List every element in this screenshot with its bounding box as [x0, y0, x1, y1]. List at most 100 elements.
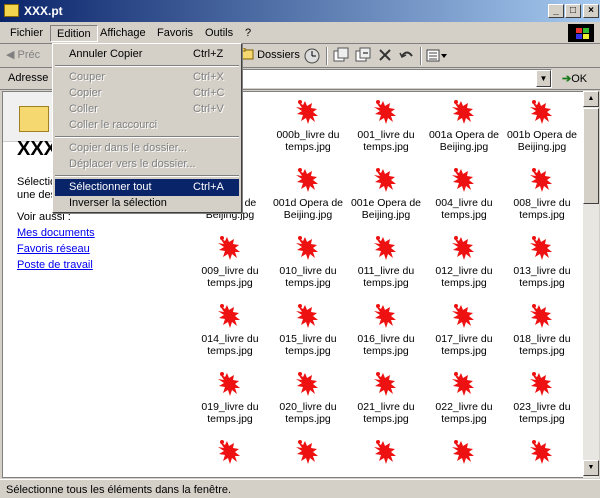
- file-item[interactable]: 010_livre du temps.jpg: [269, 230, 347, 298]
- red-lizard-icon: [292, 164, 324, 196]
- file-label-line2: temps.jpg: [285, 141, 331, 153]
- file-item[interactable]: 004_livre du temps.jpg: [425, 162, 503, 230]
- file-item[interactable]: 011_livre du temps.jpg: [347, 230, 425, 298]
- menu-item-cut[interactable]: Couper Ctrl+X: [55, 69, 239, 86]
- link-favoris-reseau[interactable]: Favoris réseau: [17, 243, 90, 255]
- file-item[interactable]: 013_livre du temps.jpg: [503, 230, 581, 298]
- file-label: 001_livre du temps.jpg: [347, 129, 425, 153]
- file-label: 020_livre du temps.jpg: [269, 401, 347, 425]
- file-item[interactable]: 001a Opera de Beijing.jpg: [425, 94, 503, 162]
- go-arrow-icon: ➔: [562, 73, 572, 85]
- file-item[interactable]: 000b_livre du temps.jpg: [269, 94, 347, 162]
- file-item[interactable]: [191, 434, 269, 477]
- menu-item-copy-to-folder[interactable]: Copier dans le dossier...: [55, 140, 239, 157]
- windows-logo-icon: [568, 24, 594, 42]
- file-label: 023_livre du temps.jpg: [503, 401, 581, 425]
- file-label: 001d Opera de Beijing.jpg: [269, 197, 347, 221]
- menu-edition[interactable]: Edition: [50, 25, 98, 42]
- file-item[interactable]: 001d Opera de Beijing.jpg: [269, 162, 347, 230]
- file-label-line2: temps.jpg: [441, 345, 487, 357]
- link-poste-de-travail[interactable]: Poste de travail: [17, 259, 93, 271]
- toolbar-separator: [326, 47, 328, 65]
- file-label: 009_livre du temps.jpg: [191, 265, 269, 289]
- file-label: 017_livre du temps.jpg: [425, 333, 503, 357]
- menu-item-undo[interactable]: Annuler Copier Ctrl+Z: [55, 46, 239, 63]
- file-item[interactable]: 017_livre du temps.jpg: [425, 298, 503, 366]
- file-item[interactable]: 016_livre du temps.jpg: [347, 298, 425, 366]
- file-item[interactable]: 001_livre du temps.jpg: [347, 94, 425, 162]
- move-to-icon[interactable]: [332, 47, 350, 64]
- status-bar: Sélectionne tous les éléments dans la fe…: [0, 479, 600, 498]
- red-lizard-icon: [448, 232, 480, 264]
- file-label-line2: temps.jpg: [207, 277, 253, 289]
- file-label-line2: temps.jpg: [519, 345, 565, 357]
- file-label-line1: 012_livre du: [435, 265, 493, 277]
- red-lizard-icon: [292, 436, 324, 468]
- file-label-line2: temps.jpg: [519, 277, 565, 289]
- file-item[interactable]: 008_livre du temps.jpg: [503, 162, 581, 230]
- address-input[interactable]: [242, 69, 552, 88]
- menu-item-paste-shortcut[interactable]: Coller le raccourci: [55, 117, 239, 134]
- file-label-line1: 010_livre du: [279, 265, 337, 277]
- file-item[interactable]: [503, 434, 581, 477]
- link-mes-documents[interactable]: Mes documents: [17, 227, 95, 239]
- file-item[interactable]: 001e Opera de Beijing.jpg: [347, 162, 425, 230]
- file-item[interactable]: 021_livre du temps.jpg: [347, 366, 425, 434]
- file-item[interactable]: 012_livre du temps.jpg: [425, 230, 503, 298]
- red-lizard-icon: [370, 300, 402, 332]
- file-item[interactable]: 018_livre du temps.jpg: [503, 298, 581, 366]
- file-item[interactable]: 022_livre du temps.jpg: [425, 366, 503, 434]
- address-dropdown-button[interactable]: ▼: [536, 70, 551, 87]
- red-lizard-icon: [526, 232, 558, 264]
- file-label: 013_livre du temps.jpg: [503, 265, 581, 289]
- file-item[interactable]: 020_livre du temps.jpg: [269, 366, 347, 434]
- file-label-line2: temps.jpg: [363, 141, 409, 153]
- scroll-down-button[interactable]: ▼: [583, 460, 599, 476]
- file-label-line2: temps.jpg: [207, 345, 253, 357]
- delete-icon[interactable]: [376, 47, 394, 64]
- menu-item-invert-selection[interactable]: Inverser la sélection: [55, 195, 239, 212]
- views-icon[interactable]: [426, 47, 447, 64]
- folders-button[interactable]: Dossiers: [239, 47, 300, 61]
- maximize-button[interactable]: □: [565, 4, 581, 18]
- menu-outils[interactable]: Outils: [199, 25, 239, 42]
- file-item[interactable]: 019_livre du temps.jpg: [191, 366, 269, 434]
- file-item[interactable]: [347, 434, 425, 477]
- file-item[interactable]: 001b Opera de Beijing.jpg: [503, 94, 581, 162]
- file-label-line1: 009_livre du: [201, 265, 259, 277]
- scroll-thumb[interactable]: [583, 108, 599, 204]
- undo-icon[interactable]: [398, 47, 416, 64]
- scroll-up-button[interactable]: ▲: [583, 91, 599, 107]
- toolbar-separator: [420, 47, 422, 65]
- file-item[interactable]: [269, 434, 347, 477]
- file-item[interactable]: 015_livre du temps.jpg: [269, 298, 347, 366]
- red-lizard-icon: [448, 164, 480, 196]
- file-label: 001e Opera de Beijing.jpg: [347, 197, 425, 221]
- file-label: 000b_livre du temps.jpg: [269, 129, 347, 153]
- minimize-button[interactable]: _: [548, 4, 564, 18]
- red-lizard-icon: [292, 232, 324, 264]
- file-item[interactable]: 009_livre du temps.jpg: [191, 230, 269, 298]
- menu-affichage[interactable]: Affichage: [94, 25, 152, 42]
- menu-help[interactable]: ?: [239, 25, 257, 42]
- red-lizard-icon: [292, 368, 324, 400]
- menu-item-copy[interactable]: Copier Ctrl+C: [55, 85, 239, 102]
- history-icon[interactable]: [303, 47, 321, 64]
- menu-item-select-all[interactable]: Sélectionner tout Ctrl+A: [55, 179, 239, 196]
- file-item[interactable]: [425, 434, 503, 477]
- file-label: 022_livre du temps.jpg: [425, 401, 503, 425]
- vertical-scrollbar[interactable]: ▲ ▼: [583, 91, 599, 478]
- menu-item-move-to-folder[interactable]: Déplacer vers le dossier...: [55, 156, 239, 173]
- file-item[interactable]: 014_livre du temps.jpg: [191, 298, 269, 366]
- close-button[interactable]: ×: [583, 4, 599, 18]
- file-label-line1: 001e Opera de: [350, 197, 422, 209]
- file-item[interactable]: 023_livre du temps.jpg: [503, 366, 581, 434]
- copy-to-icon[interactable]: [354, 47, 372, 64]
- menu-item-paste[interactable]: Coller Ctrl+V: [55, 101, 239, 118]
- red-lizard-icon: [448, 300, 480, 332]
- menu-fichier[interactable]: Fichier: [4, 25, 49, 42]
- menu-favoris[interactable]: Favoris: [151, 25, 199, 42]
- back-button[interactable]: ◀ Préc: [6, 48, 40, 61]
- go-button[interactable]: ➔OK: [560, 70, 589, 88]
- red-lizard-icon: [370, 164, 402, 196]
